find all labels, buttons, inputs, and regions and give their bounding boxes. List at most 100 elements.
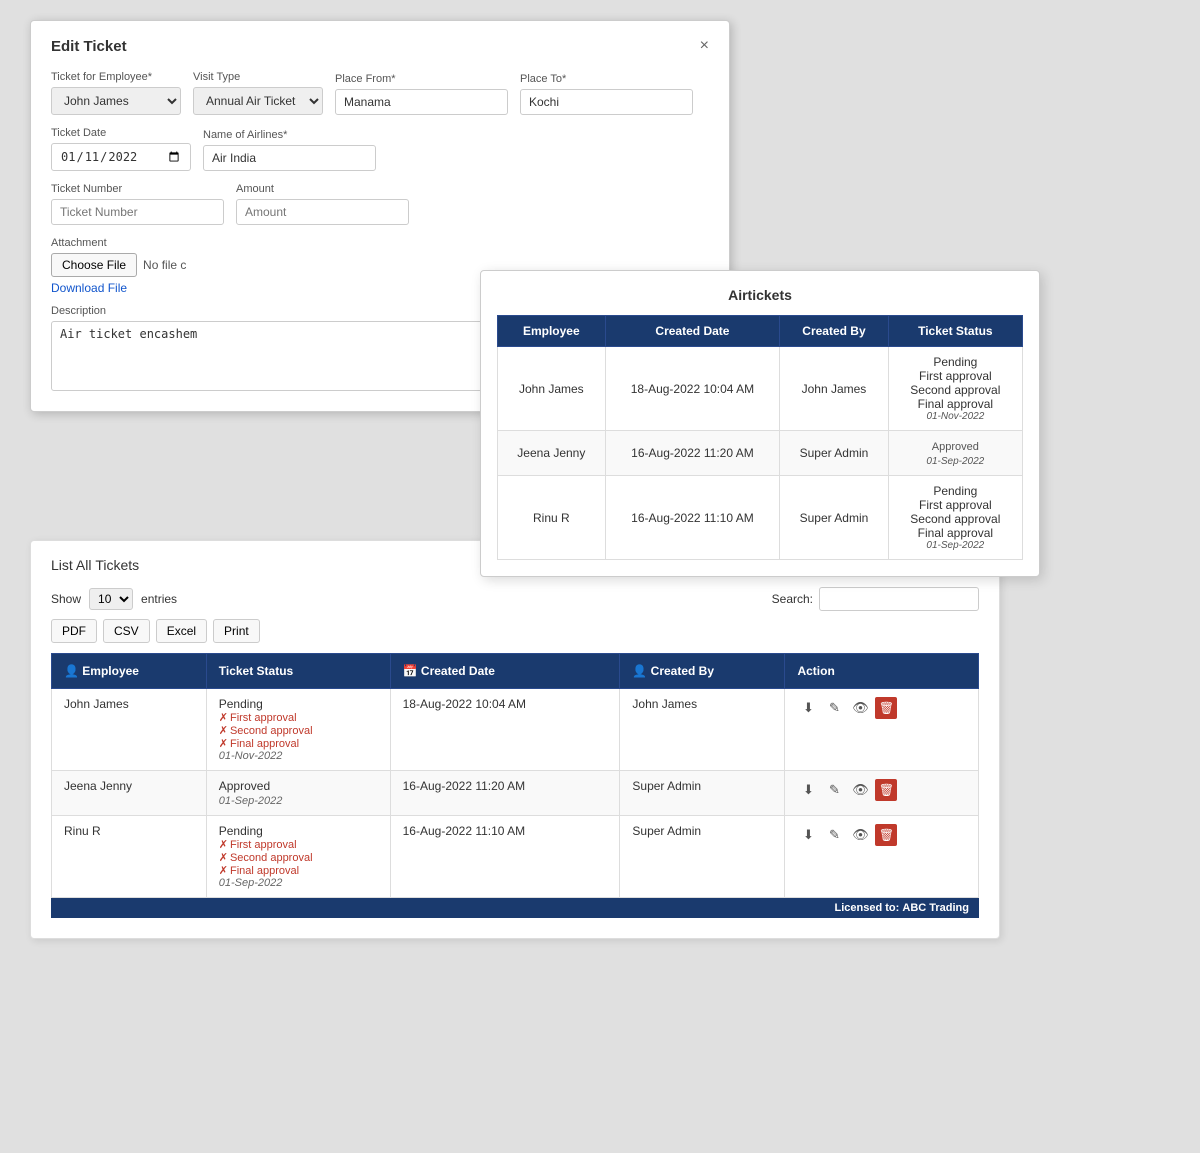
popup-cell-employee: Jeena Jenny <box>498 431 606 476</box>
export-pdf-button[interactable]: PDF <box>51 619 97 643</box>
place-from-label: Place From* <box>335 73 508 85</box>
place-to-label: Place To* <box>520 73 693 85</box>
ticket-employee-select[interactable]: John James <box>51 87 181 115</box>
airlines-group: Name of Airlines* <box>203 129 376 171</box>
main-col-ticket-status: Ticket Status <box>206 654 390 689</box>
action-icons: ⬇ ✎ 👁 🗑 <box>797 779 966 801</box>
ticket-number-label: Ticket Number <box>51 183 224 195</box>
edit-action-button[interactable]: ✎ <box>823 697 845 719</box>
popup-cell-employee: Rinu R <box>498 476 606 560</box>
main-col-action: Action <box>785 654 979 689</box>
edit-action-button[interactable]: ✎ <box>823 824 845 846</box>
form-row-2: Ticket Date Name of Airlines* <box>51 127 709 171</box>
delete-action-button[interactable]: 🗑 <box>875 824 897 846</box>
main-cell-created-by: John James <box>620 689 785 771</box>
popup-cell-status: PendingFirst approvalSecond approvalFina… <box>888 476 1022 560</box>
visit-type-select[interactable]: Annual Air Ticket <box>193 87 323 115</box>
export-excel-button[interactable]: Excel <box>156 619 207 643</box>
delete-action-button[interactable]: 🗑 <box>875 697 897 719</box>
popup-table-row: John James 18-Aug-2022 10:04 AM John Jam… <box>498 347 1023 431</box>
attachment-label: Attachment <box>51 237 709 249</box>
ticket-employee-group: Ticket for Employee* John James <box>51 71 181 115</box>
view-action-button[interactable]: 👁 <box>849 779 871 801</box>
left-controls: Show 10 entries <box>51 588 177 610</box>
popup-table-row: Jeena Jenny 16-Aug-2022 11:20 AM Super A… <box>498 431 1023 476</box>
export-csv-button[interactable]: CSV <box>103 619 150 643</box>
popup-cell-created-date: 18-Aug-2022 10:04 AM <box>605 347 780 431</box>
table-row: John James Pending✗First approval✗Second… <box>52 689 979 771</box>
choose-file-button[interactable]: Choose File <box>51 253 137 277</box>
list-title-all: List All <box>51 557 91 573</box>
download-action-button[interactable]: ⬇ <box>797 824 819 846</box>
airlines-input[interactable] <box>203 145 376 171</box>
place-to-input[interactable] <box>520 89 693 115</box>
ticket-date-label: Ticket Date <box>51 127 191 139</box>
licensed-bar: Licensed to: ABC Trading <box>51 898 979 918</box>
main-cell-created-date: 16-Aug-2022 11:20 AM <box>390 771 620 816</box>
modal-title: Edit Ticket <box>51 38 127 55</box>
form-row-3: Ticket Number Amount <box>51 183 709 225</box>
popup-col-ticket-status: Ticket Status <box>888 316 1022 347</box>
licensed-label: Licensed to: <box>835 902 900 914</box>
download-action-button[interactable]: ⬇ <box>797 697 819 719</box>
table-row: Rinu R Pending✗First approval✗Second app… <box>52 816 979 898</box>
popup-cell-created-date: 16-Aug-2022 11:10 AM <box>605 476 780 560</box>
show-label: Show <box>51 592 81 606</box>
airlines-label: Name of Airlines* <box>203 129 376 141</box>
main-col-employee: 👤 Employee <box>52 654 207 689</box>
view-action-button[interactable]: 👁 <box>849 697 871 719</box>
amount-group: Amount <box>236 183 409 225</box>
search-input[interactable] <box>819 587 979 611</box>
ticket-date-group: Ticket Date <box>51 127 191 171</box>
popup-col-created-by: Created By <box>780 316 888 347</box>
export-buttons-row: PDFCSVExcelPrint <box>51 619 979 643</box>
place-from-input[interactable] <box>335 89 508 115</box>
main-cell-status: Pending✗First approval✗Second approval✗F… <box>206 816 390 898</box>
action-icons: ⬇ ✎ 👁 🗑 <box>797 824 966 846</box>
table-row: Jeena Jenny Approved01-Sep-2022 16-Aug-2… <box>52 771 979 816</box>
modal-close-button[interactable]: × <box>700 37 709 55</box>
ticket-date-input[interactable] <box>51 143 191 171</box>
airtickets-popup: Airtickets Employee Created Date Created… <box>480 270 1040 577</box>
popup-col-employee: Employee <box>498 316 606 347</box>
edit-action-button[interactable]: ✎ <box>823 779 845 801</box>
main-cell-employee: Jeena Jenny <box>52 771 207 816</box>
ticket-employee-label: Ticket for Employee* <box>51 71 181 83</box>
place-from-group: Place From* <box>335 73 508 115</box>
main-table-header-row: 👤 Employee Ticket Status 📅 Created Date … <box>52 654 979 689</box>
main-cell-action: ⬇ ✎ 👁 🗑 <box>785 816 979 898</box>
popup-cell-created-date: 16-Aug-2022 11:20 AM <box>605 431 780 476</box>
export-print-button[interactable]: Print <box>213 619 260 643</box>
popup-cell-status: Approved01-Sep-2022 <box>888 431 1022 476</box>
ticket-number-group: Ticket Number <box>51 183 224 225</box>
popup-cell-created-by: John James <box>780 347 888 431</box>
visit-type-label: Visit Type <box>193 71 323 83</box>
list-all-tickets-panel: List All Tickets Show 10 entries Search:… <box>30 540 1000 939</box>
airtickets-table: Employee Created Date Created By Ticket … <box>497 315 1023 560</box>
main-cell-created-by: Super Admin <box>620 771 785 816</box>
main-cell-created-by: Super Admin <box>620 816 785 898</box>
entries-select[interactable]: 10 <box>89 588 133 610</box>
popup-table-header-row: Employee Created Date Created By Ticket … <box>498 316 1023 347</box>
no-file-text: No file c <box>143 258 186 272</box>
amount-input[interactable] <box>236 199 409 225</box>
delete-action-button[interactable]: 🗑 <box>875 779 897 801</box>
download-action-button[interactable]: ⬇ <box>797 779 819 801</box>
main-cell-employee: John James <box>52 689 207 771</box>
main-col-created-date: 📅 Created Date <box>390 654 620 689</box>
popup-col-created-date: Created Date <box>605 316 780 347</box>
popup-cell-employee: John James <box>498 347 606 431</box>
visit-type-group: Visit Type Annual Air Ticket <box>193 71 323 115</box>
list-title-tickets: Tickets <box>95 557 139 573</box>
amount-label: Amount <box>236 183 409 195</box>
entries-label: entries <box>141 592 177 606</box>
airtickets-title: Airtickets <box>497 287 1023 303</box>
place-to-group: Place To* <box>520 73 693 115</box>
view-action-button[interactable]: 👁 <box>849 824 871 846</box>
ticket-number-input[interactable] <box>51 199 224 225</box>
modal-header: Edit Ticket × <box>51 37 709 55</box>
popup-cell-status: PendingFirst approvalSecond approvalFina… <box>888 347 1022 431</box>
main-cell-action: ⬇ ✎ 👁 🗑 <box>785 771 979 816</box>
popup-cell-created-by: Super Admin <box>780 476 888 560</box>
action-icons: ⬇ ✎ 👁 🗑 <box>797 697 966 719</box>
